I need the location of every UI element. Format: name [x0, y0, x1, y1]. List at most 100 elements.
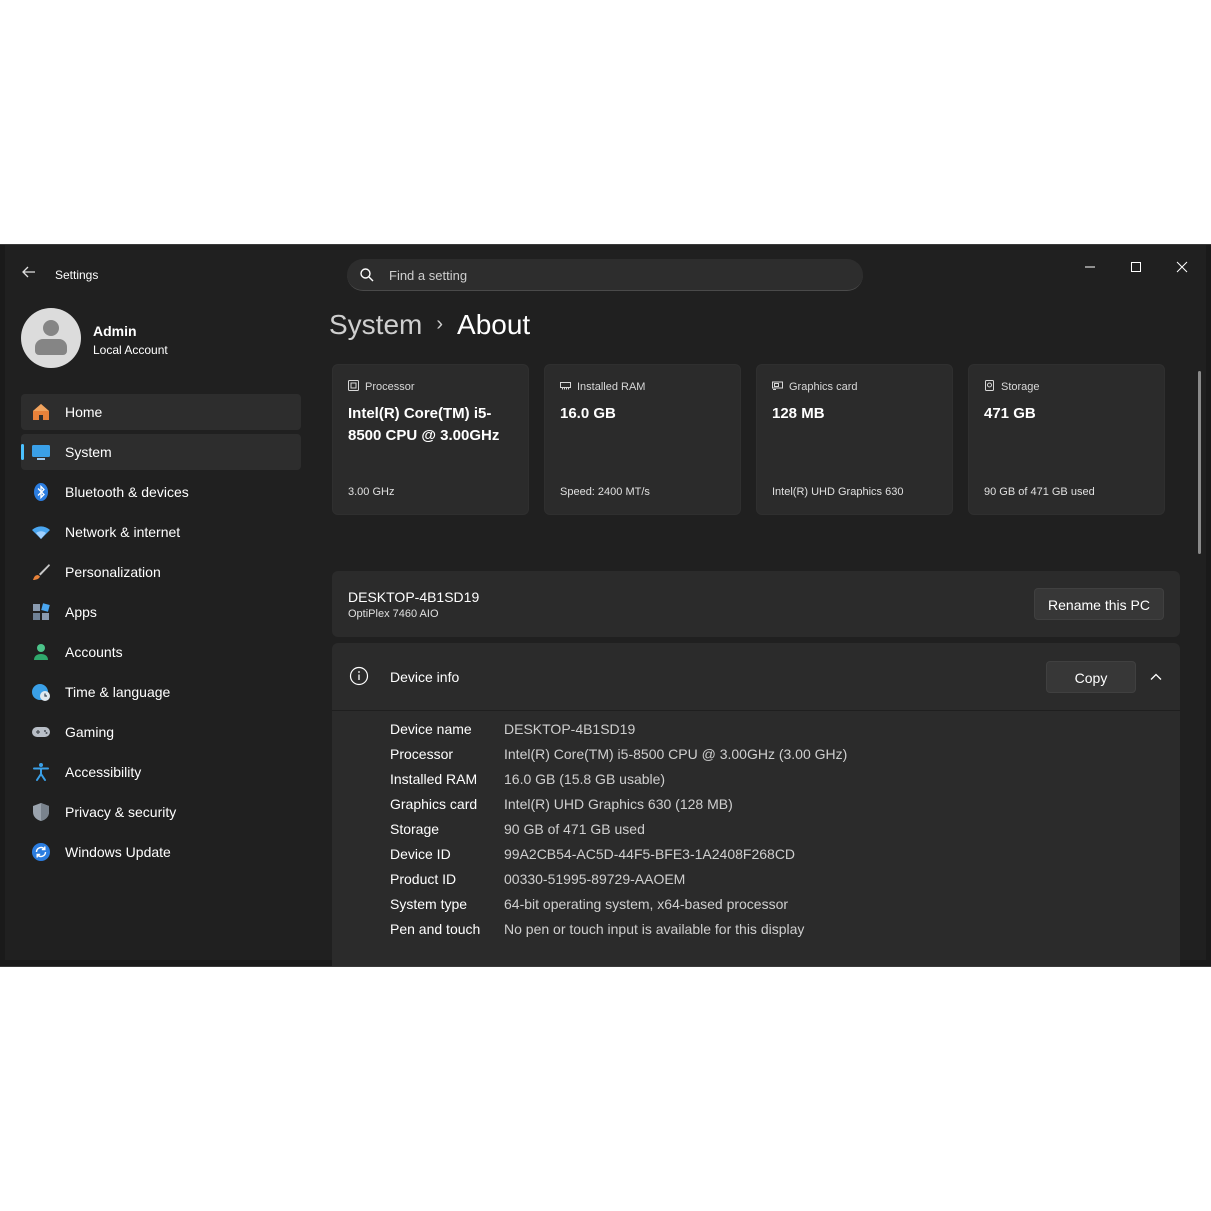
spec-card-graphics: Graphics card 128 MB Intel(R) UHD Graphi…	[756, 364, 953, 515]
sidebar-item-bluetooth[interactable]: Bluetooth & devices	[21, 474, 301, 510]
rename-pc-button[interactable]: Rename this PC	[1034, 588, 1164, 620]
sidebar-item-accounts[interactable]: Accounts	[21, 634, 301, 670]
user-name: Admin	[93, 323, 137, 339]
sidebar-item-time-language[interactable]: Time & language	[21, 674, 301, 710]
spec-subtext: 3.00 GHz	[348, 486, 395, 498]
sidebar-item-personalization[interactable]: Personalization	[21, 554, 301, 590]
sidebar-item-home[interactable]: Home	[21, 394, 301, 430]
app-title: Settings	[55, 268, 99, 282]
wifi-icon	[32, 526, 50, 539]
device-info-header[interactable]: Device info Copy	[332, 643, 1180, 711]
apps-icon	[33, 603, 50, 620]
system-icon	[32, 445, 50, 460]
info-value: Intel(R) Core(TM) i5-8500 CPU @ 3.00GHz …	[504, 746, 848, 762]
pc-name: DESKTOP-4B1SD19	[348, 589, 480, 605]
breadcrumb-parent[interactable]: System	[329, 309, 422, 340]
copy-button[interactable]: Copy	[1046, 661, 1136, 693]
sidebar-item-apps[interactable]: Apps	[21, 594, 301, 630]
home-icon	[33, 404, 49, 420]
search-input[interactable]	[387, 259, 851, 291]
info-value: 64-bit operating system, x64-based proce…	[504, 896, 789, 912]
accessibility-icon	[33, 763, 49, 781]
spec-value: Intel(R) Core(TM) i5-8500 CPU @ 3.00GHz	[348, 405, 500, 444]
sidebar-item-label: Accessibility	[65, 764, 142, 780]
sidebar-item-system[interactable]: System	[21, 434, 301, 470]
close-icon[interactable]	[1159, 255, 1205, 279]
pc-name-card: DESKTOP-4B1SD19 OptiPlex 7460 AIO Rename…	[332, 571, 1180, 637]
info-value: 00330-51995-89729-AAOEM	[504, 871, 686, 887]
spec-card-ram: Installed RAM 16.0 GB Speed: 2400 MT/s	[544, 364, 741, 515]
processor-icon	[348, 380, 359, 391]
info-label: Device ID	[390, 846, 451, 862]
minimize-icon[interactable]	[1067, 255, 1113, 279]
accounts-icon	[34, 644, 48, 660]
spec-card-processor: Processor Intel(R) Core(TM) i5-8500 CPU …	[332, 364, 529, 515]
sidebar-item-label: System	[65, 444, 112, 460]
breadcrumb: System › About	[329, 309, 530, 341]
settings-window: Settings Admin Local Account Home	[0, 244, 1211, 967]
sidebar-item-label: Gaming	[65, 724, 115, 740]
window-right-edge	[1206, 245, 1211, 966]
sidebar-item-label: Time & language	[65, 684, 171, 700]
info-value: DESKTOP-4B1SD19	[504, 721, 636, 737]
sidebar-item-label: Personalization	[65, 564, 161, 580]
sidebar-item-label: Bluetooth & devices	[65, 484, 189, 500]
spec-subtext: Intel(R) UHD Graphics 630	[772, 486, 904, 498]
sidebar-item-accessibility[interactable]: Accessibility	[21, 754, 301, 790]
spec-header: Installed RAM	[560, 380, 645, 393]
pc-model: OptiPlex 7460 AIO	[348, 608, 439, 620]
graphics-card-icon	[772, 381, 783, 390]
sidebar-nav: Home System Bluetooth & devices Network …	[21, 394, 301, 874]
spec-title: Storage	[1001, 381, 1040, 393]
avatar	[21, 308, 81, 368]
sidebar-item-network[interactable]: Network & internet	[21, 514, 301, 550]
sidebar-item-windows-update[interactable]: Windows Update	[21, 834, 301, 870]
sidebar-item-label: Network & internet	[65, 524, 181, 540]
spec-title: Installed RAM	[577, 381, 646, 393]
gamepad-icon	[32, 727, 50, 737]
sidebar-item-label: Accounts	[65, 644, 123, 660]
spec-value: 16.0 GB	[560, 405, 616, 422]
spec-subtext: 90 GB of 471 GB used	[984, 486, 1095, 498]
maximize-icon[interactable]	[1113, 255, 1159, 279]
sidebar-item-label: Privacy & security	[65, 804, 177, 820]
info-value: 16.0 GB (15.8 GB usable)	[504, 771, 666, 787]
info-icon	[349, 666, 369, 686]
update-icon	[32, 843, 50, 861]
info-value: No pen or touch input is available for t…	[504, 921, 805, 937]
info-label: Processor	[390, 746, 454, 762]
info-label: System type	[390, 896, 468, 912]
spec-header: Graphics card	[772, 380, 857, 393]
scrollbar-thumb[interactable]	[1198, 371, 1201, 554]
spec-header: Storage	[984, 380, 1040, 393]
page-title: About	[457, 309, 531, 340]
device-info-title: Device info	[390, 669, 460, 685]
spec-title: Processor	[365, 381, 415, 393]
window-left-edge	[0, 245, 5, 966]
selection-indicator	[21, 444, 24, 460]
sidebar-item-label: Windows Update	[65, 844, 171, 860]
info-label: Pen and touch	[390, 921, 481, 937]
info-label: Device name	[390, 721, 472, 737]
sidebar-item-gaming[interactable]: Gaming	[21, 714, 301, 750]
search-box[interactable]	[347, 259, 863, 291]
spec-title: Graphics card	[789, 381, 858, 393]
spec-subtext: Speed: 2400 MT/s	[560, 486, 650, 498]
info-value: Intel(R) UHD Graphics 630 (128 MB)	[504, 796, 733, 812]
info-label: Product ID	[390, 871, 457, 887]
info-value: 90 GB of 471 GB used	[504, 821, 645, 837]
bluetooth-icon	[34, 483, 48, 501]
spec-card-storage: Storage 471 GB 90 GB of 471 GB used	[968, 364, 1165, 515]
globe-clock-icon	[32, 684, 50, 701]
back-arrow-icon[interactable]	[20, 263, 38, 281]
spec-value: 471 GB	[984, 405, 1036, 422]
sidebar-item-label: Apps	[65, 604, 97, 620]
storage-icon	[985, 380, 994, 391]
spec-value: 128 MB	[772, 405, 825, 422]
info-label: Storage	[390, 821, 440, 837]
device-info-card: Device info Copy Device name DESKTOP-4B1…	[332, 643, 1180, 966]
search-icon	[360, 268, 374, 282]
sidebar-item-privacy[interactable]: Privacy & security	[21, 794, 301, 830]
chevron-up-icon[interactable]	[1148, 669, 1164, 685]
shield-icon	[33, 803, 49, 821]
